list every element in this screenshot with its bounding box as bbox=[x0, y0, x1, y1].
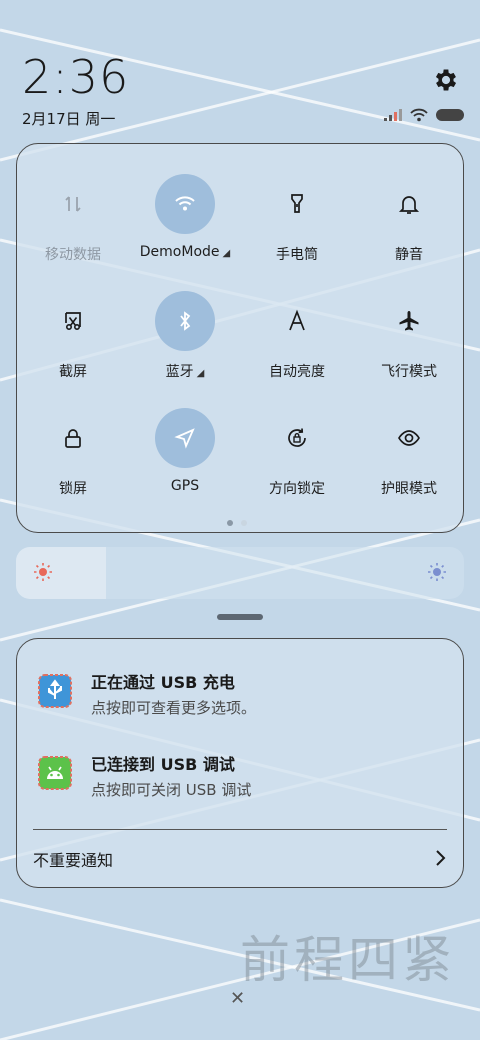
quick-tile-label: 移动数据 bbox=[17, 244, 129, 264]
location-arrow-icon bbox=[174, 428, 195, 449]
bell-icon bbox=[398, 196, 420, 214]
quick-tile[interactable]: 锁屏 bbox=[17, 384, 129, 497]
watermark: 前程四紧 bbox=[240, 931, 456, 989]
expand-triangle-icon: ◢ bbox=[196, 368, 205, 379]
eye-icon bbox=[398, 430, 420, 446]
quick-tile[interactable]: GPS bbox=[129, 384, 241, 494]
notification-text: 点按即可查看更多选项。 bbox=[91, 699, 257, 717]
drag-handle[interactable] bbox=[217, 614, 263, 620]
quick-tile-label: 蓝牙 ◢ bbox=[129, 361, 241, 381]
quick-tile-text: 锁屏 bbox=[59, 481, 87, 497]
quick-tile[interactable]: 方向锁定 bbox=[241, 384, 353, 497]
status-icons bbox=[384, 108, 464, 122]
lock-icon bbox=[65, 429, 81, 448]
quick-tile[interactable]: 手电筒 bbox=[241, 150, 353, 263]
quick-tile-label: 飞行模式 bbox=[353, 361, 465, 381]
quick-tile-button[interactable] bbox=[155, 174, 215, 234]
notification-title: 正在通过 USB 充电 bbox=[91, 673, 235, 692]
mobile-data-icon bbox=[65, 196, 81, 212]
quick-tile-label: DemoMode ◢ bbox=[129, 244, 241, 260]
quick-tile-label: 截屏 bbox=[17, 361, 129, 381]
date[interactable]: 2月17日 周一 bbox=[22, 108, 115, 129]
page-dot bbox=[241, 520, 247, 526]
quick-tile-text: 移动数据 bbox=[45, 247, 101, 263]
quick-tile-label: 手电筒 bbox=[241, 244, 353, 264]
wifi-icon bbox=[175, 196, 195, 211]
brightness-high-icon bbox=[428, 563, 446, 581]
quick-tile-text: 手电筒 bbox=[276, 247, 318, 263]
quick-tile-label: 锁屏 bbox=[17, 478, 129, 498]
quick-tile[interactable]: 飞行模式 bbox=[353, 267, 465, 380]
usb-icon bbox=[38, 674, 72, 708]
bluetooth-icon bbox=[180, 311, 191, 331]
airplane-icon bbox=[399, 311, 419, 331]
android-icon bbox=[38, 756, 72, 790]
quick-tile-button[interactable] bbox=[267, 174, 327, 234]
quick-tile-button[interactable] bbox=[43, 291, 103, 351]
quick-tile[interactable]: 移动数据 bbox=[17, 150, 129, 263]
quick-tile-text: 自动亮度 bbox=[269, 364, 325, 380]
quick-tile[interactable]: 护眼模式 bbox=[353, 384, 465, 497]
divider bbox=[33, 829, 447, 830]
screenshot-icon bbox=[65, 312, 81, 331]
quick-tile[interactable]: 蓝牙 ◢ bbox=[129, 267, 241, 380]
quick-tile-button[interactable] bbox=[155, 408, 215, 468]
quick-tile-text: GPS bbox=[170, 478, 200, 494]
quick-tile-button[interactable] bbox=[379, 408, 439, 468]
quick-tile-button[interactable] bbox=[267, 408, 327, 468]
quick-tile-label: 静音 bbox=[353, 244, 465, 264]
clock[interactable]: 2:36 bbox=[22, 50, 129, 104]
brightness-low-icon bbox=[34, 563, 52, 581]
quick-tile-button[interactable] bbox=[43, 408, 103, 468]
quick-tile-button[interactable] bbox=[379, 174, 439, 234]
quick-tile[interactable]: 自动亮度 bbox=[241, 267, 353, 380]
brightness-slider[interactable] bbox=[16, 547, 464, 599]
rotation-lock-icon bbox=[288, 428, 306, 447]
quick-tile-text: 蓝牙 bbox=[165, 364, 194, 380]
quick-tile[interactable]: 截屏 bbox=[17, 267, 129, 380]
quick-tile-text: 护眼模式 bbox=[381, 481, 437, 497]
quick-tile[interactable]: DemoMode ◢ bbox=[129, 150, 241, 260]
quick-tile-text: DemoMode bbox=[139, 244, 220, 260]
expand-triangle-icon: ◢ bbox=[222, 248, 231, 259]
chevron-right-icon[interactable] bbox=[435, 849, 447, 867]
quick-tile-button[interactable] bbox=[379, 291, 439, 351]
quick-tile-label: 自动亮度 bbox=[241, 361, 353, 381]
wifi-status-icon bbox=[410, 108, 428, 122]
unimportant-notifications-link[interactable]: 不重要通知 bbox=[33, 847, 113, 871]
quick-tile-button[interactable] bbox=[267, 291, 327, 351]
auto-brightness-icon bbox=[289, 309, 305, 331]
close-icon[interactable]: ✕ bbox=[230, 988, 245, 1009]
quick-settings-panel: 移动数据 DemoMode ◢ 手电筒 静音 截屏 蓝牙 ◢ 自动亮度 飞行模式 锁屏 GPS 方向锁定… bbox=[16, 143, 464, 533]
notification-usb-debugging[interactable]: 已连接到 USB 调试 点按即可关闭 USB 调试 bbox=[37, 751, 447, 811]
notification-title: 已连接到 USB 调试 bbox=[91, 755, 235, 774]
battery-icon bbox=[436, 109, 464, 121]
quick-tile-text: 截屏 bbox=[59, 364, 87, 380]
quick-tile-text: 方向锁定 bbox=[269, 481, 325, 497]
quick-tile-button[interactable] bbox=[43, 174, 103, 234]
quick-tile[interactable]: 静音 bbox=[353, 150, 465, 263]
quick-tile-text: 静音 bbox=[395, 247, 423, 263]
settings-gear-icon[interactable] bbox=[432, 66, 460, 94]
notification-usb-charging[interactable]: 正在通过 USB 充电 点按即可查看更多选项。 bbox=[37, 669, 447, 729]
notification-text: 点按即可关闭 USB 调试 bbox=[91, 781, 252, 799]
page-indicator bbox=[227, 520, 247, 526]
page-dot bbox=[227, 520, 233, 526]
signal-icon bbox=[384, 109, 402, 121]
quick-tile-label: 方向锁定 bbox=[241, 478, 353, 498]
quick-tile-text: 飞行模式 bbox=[381, 364, 437, 380]
quick-tile-button[interactable] bbox=[155, 291, 215, 351]
brightness-fill bbox=[16, 547, 106, 599]
quick-tile-label: 护眼模式 bbox=[353, 478, 465, 498]
notification-panel: 正在通过 USB 充电 点按即可查看更多选项。 已连接到 USB 调试 点按即可… bbox=[16, 638, 464, 888]
quick-tile-label: GPS bbox=[129, 478, 241, 494]
flashlight-icon bbox=[291, 194, 303, 213]
